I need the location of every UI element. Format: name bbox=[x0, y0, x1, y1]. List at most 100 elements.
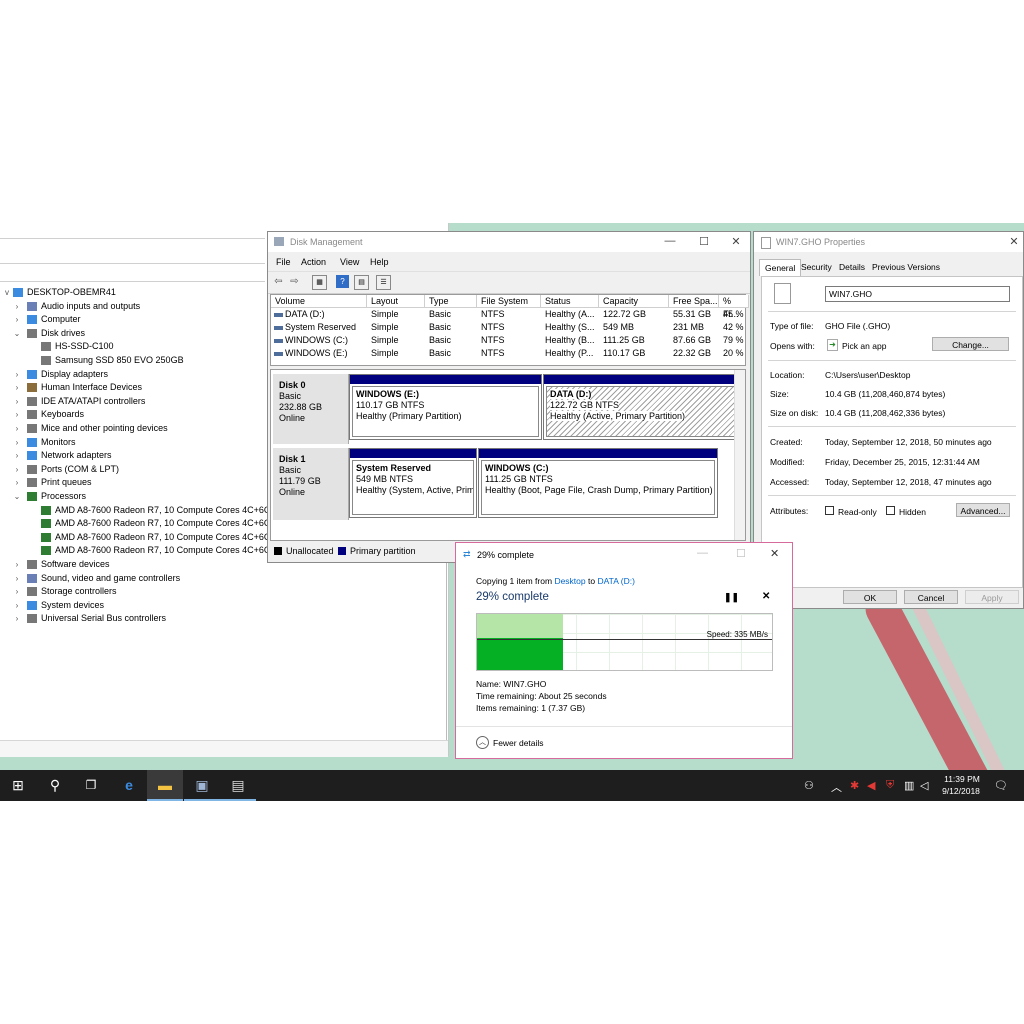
disk-management-taskbar-icon[interactable]: ▣ bbox=[184, 770, 220, 801]
menu-file[interactable]: File bbox=[276, 257, 291, 267]
close-icon[interactable]: ✕ bbox=[770, 547, 779, 560]
partition-windows-e[interactable]: WINDOWS (E:) 110.17 GB NTFS Healthy (Pri… bbox=[349, 374, 542, 440]
device-tree-item-label: Software devices bbox=[41, 559, 110, 569]
tab-previous-versions[interactable]: Previous Versions bbox=[872, 262, 940, 272]
partition-name: DATA (D:) bbox=[550, 389, 592, 399]
ok-button[interactable]: OK bbox=[843, 590, 897, 604]
disk-management-titlebar[interactable]: Disk Management — ☐ ✕ bbox=[268, 232, 750, 252]
table-row[interactable]: System Reserved Simple Basic NTFS Healthy (S… bbox=[271, 322, 745, 335]
back-icon[interactable]: ⇦ bbox=[272, 275, 285, 288]
search-icon[interactable]: ⚲ bbox=[37, 770, 73, 801]
tab-details[interactable]: Details bbox=[839, 262, 865, 272]
partition-data-d[interactable]: DATA (D:) 122.72 GB NTFS Healthy (Active… bbox=[543, 374, 739, 440]
chevron-right-icon[interactable]: › bbox=[13, 572, 21, 585]
network-icon[interactable]: ▥ bbox=[904, 779, 914, 792]
windows-start-icon[interactable]: ⊞ bbox=[0, 770, 36, 801]
properties-view-icon[interactable]: ▦ bbox=[312, 275, 327, 290]
clock-date[interactable]: 9/12/2018 bbox=[938, 786, 984, 796]
close-icon[interactable]: ✕ bbox=[1000, 235, 1024, 248]
column-header[interactable]: Status bbox=[541, 295, 599, 308]
chevron-right-icon[interactable]: › bbox=[13, 408, 21, 421]
console-tree-icon[interactable]: ▤ bbox=[354, 275, 369, 290]
chevron-right-icon[interactable]: › bbox=[13, 558, 21, 571]
menu-action[interactable]: Action bbox=[301, 257, 326, 267]
menu-help[interactable]: Help bbox=[370, 257, 389, 267]
column-header[interactable]: Layout bbox=[367, 295, 425, 308]
chevron-right-icon[interactable]: › bbox=[13, 300, 21, 313]
chevron-down-icon[interactable]: ⌄ bbox=[13, 327, 21, 340]
properties-titlebar[interactable]: WIN7.GHO Properties ✕ bbox=[754, 232, 1023, 252]
tab-general[interactable]: General bbox=[759, 259, 802, 276]
chevron-right-icon[interactable]: › bbox=[13, 395, 21, 408]
column-header[interactable]: File System bbox=[477, 295, 541, 308]
chevron-right-icon[interactable]: › bbox=[13, 463, 21, 476]
minimize-icon[interactable]: — bbox=[656, 235, 684, 247]
table-cell: NTFS bbox=[481, 348, 505, 358]
people-icon[interactable]: ⚇ bbox=[804, 779, 814, 792]
antivirus-icon[interactable]: ✱ bbox=[850, 779, 859, 792]
chevron-up-icon[interactable]: ︿ bbox=[476, 736, 489, 749]
tab-security[interactable]: Security bbox=[801, 262, 832, 272]
clock-time[interactable]: 11:39 PM bbox=[940, 774, 984, 784]
file-explorer-icon[interactable]: ▬ bbox=[147, 770, 183, 801]
chevron-right-icon[interactable]: › bbox=[13, 436, 21, 449]
table-row[interactable]: DATA (D:) Simple Basic NTFS Healthy (A... 122… bbox=[271, 309, 745, 322]
chevron-right-icon[interactable]: › bbox=[13, 612, 21, 625]
cancel-button[interactable]: Cancel bbox=[904, 590, 958, 604]
column-header[interactable]: % Fr... bbox=[719, 295, 749, 319]
notifications-icon[interactable]: 🗨 bbox=[994, 779, 1008, 792]
disk-0-label[interactable]: Disk 0 Basic 232.88 GB Online bbox=[273, 374, 349, 444]
menu-view[interactable]: View bbox=[340, 257, 359, 267]
change-button[interactable]: Change... bbox=[932, 337, 1009, 351]
task-view-icon[interactable]: ❐ bbox=[73, 770, 109, 801]
column-header[interactable]: Type bbox=[425, 295, 477, 308]
chevron-down-icon[interactable]: v bbox=[3, 286, 11, 299]
maximize-icon[interactable]: ☐ bbox=[690, 235, 718, 248]
file-icon bbox=[761, 237, 771, 249]
help-icon[interactable]: ? bbox=[336, 275, 349, 288]
hidden-checkbox[interactable] bbox=[886, 506, 895, 515]
chevron-right-icon[interactable]: › bbox=[13, 381, 21, 394]
chevron-right-icon[interactable]: › bbox=[13, 585, 21, 598]
close-icon[interactable]: ✕ bbox=[722, 235, 750, 248]
chevron-up-icon[interactable]: ︿ bbox=[831, 779, 842, 795]
readonly-checkbox[interactable] bbox=[825, 506, 834, 515]
edge-icon[interactable]: e bbox=[111, 770, 147, 801]
column-header[interactable]: Volume bbox=[271, 295, 367, 308]
apply-button[interactable]: Apply bbox=[965, 590, 1019, 604]
chevron-right-icon[interactable]: › bbox=[13, 449, 21, 462]
maximize-icon[interactable]: ☐ bbox=[736, 547, 746, 560]
source-link[interactable]: Desktop bbox=[554, 576, 585, 586]
pause-icon[interactable]: ❚❚ bbox=[724, 592, 739, 603]
column-header[interactable]: Free Spa... bbox=[669, 295, 719, 308]
partition-windows-c[interactable]: WINDOWS (C:) 111.25 GB NTFS Healthy (Boo… bbox=[478, 448, 718, 518]
disk-1-label[interactable]: Disk 1 Basic 111.79 GB Online bbox=[273, 448, 349, 520]
chevron-down-icon[interactable]: ⌄ bbox=[13, 490, 21, 503]
column-header[interactable]: Capacity bbox=[599, 295, 669, 308]
minimize-icon[interactable]: — bbox=[697, 547, 708, 559]
speaker-icon[interactable]: ◁ bbox=[920, 779, 928, 792]
device-manager-taskbar-icon[interactable]: ▤ bbox=[220, 770, 256, 801]
list-view-icon[interactable]: ☰ bbox=[376, 275, 391, 290]
chevron-right-icon[interactable]: › bbox=[13, 599, 21, 612]
security-shield-icon[interactable]: ⛨ bbox=[886, 779, 894, 792]
table-row[interactable]: WINDOWS (E:) Simple Basic NTFS Healthy (P...… bbox=[271, 348, 745, 361]
fewer-details-button[interactable]: Fewer details bbox=[493, 738, 544, 748]
table-row[interactable]: WINDOWS (C:) Simple Basic NTFS Healthy (B...… bbox=[271, 335, 745, 348]
filename-field[interactable]: WIN7.GHO bbox=[825, 286, 1010, 302]
name-line: Name: WIN7.GHO bbox=[476, 679, 547, 689]
forward-icon[interactable]: ⇨ bbox=[288, 275, 301, 288]
status-bar bbox=[0, 740, 448, 757]
partition-size: 122.72 GB NTFS bbox=[550, 400, 620, 410]
vertical-scrollbar[interactable] bbox=[734, 370, 745, 540]
chevron-right-icon[interactable]: › bbox=[13, 313, 21, 326]
destination-link[interactable]: DATA (D:) bbox=[597, 576, 634, 586]
device-category-icon bbox=[41, 519, 51, 529]
partition-system-reserved[interactable]: System Reserved 549 MB NTFS Healthy (Sys… bbox=[349, 448, 477, 518]
cancel-copy-icon[interactable]: ✕ bbox=[762, 591, 770, 602]
chevron-right-icon[interactable]: › bbox=[13, 368, 21, 381]
advanced-button[interactable]: Advanced... bbox=[956, 503, 1010, 517]
chevron-right-icon[interactable]: › bbox=[13, 476, 21, 489]
volume-icon[interactable]: ◀ bbox=[867, 779, 875, 792]
chevron-right-icon[interactable]: › bbox=[13, 422, 21, 435]
